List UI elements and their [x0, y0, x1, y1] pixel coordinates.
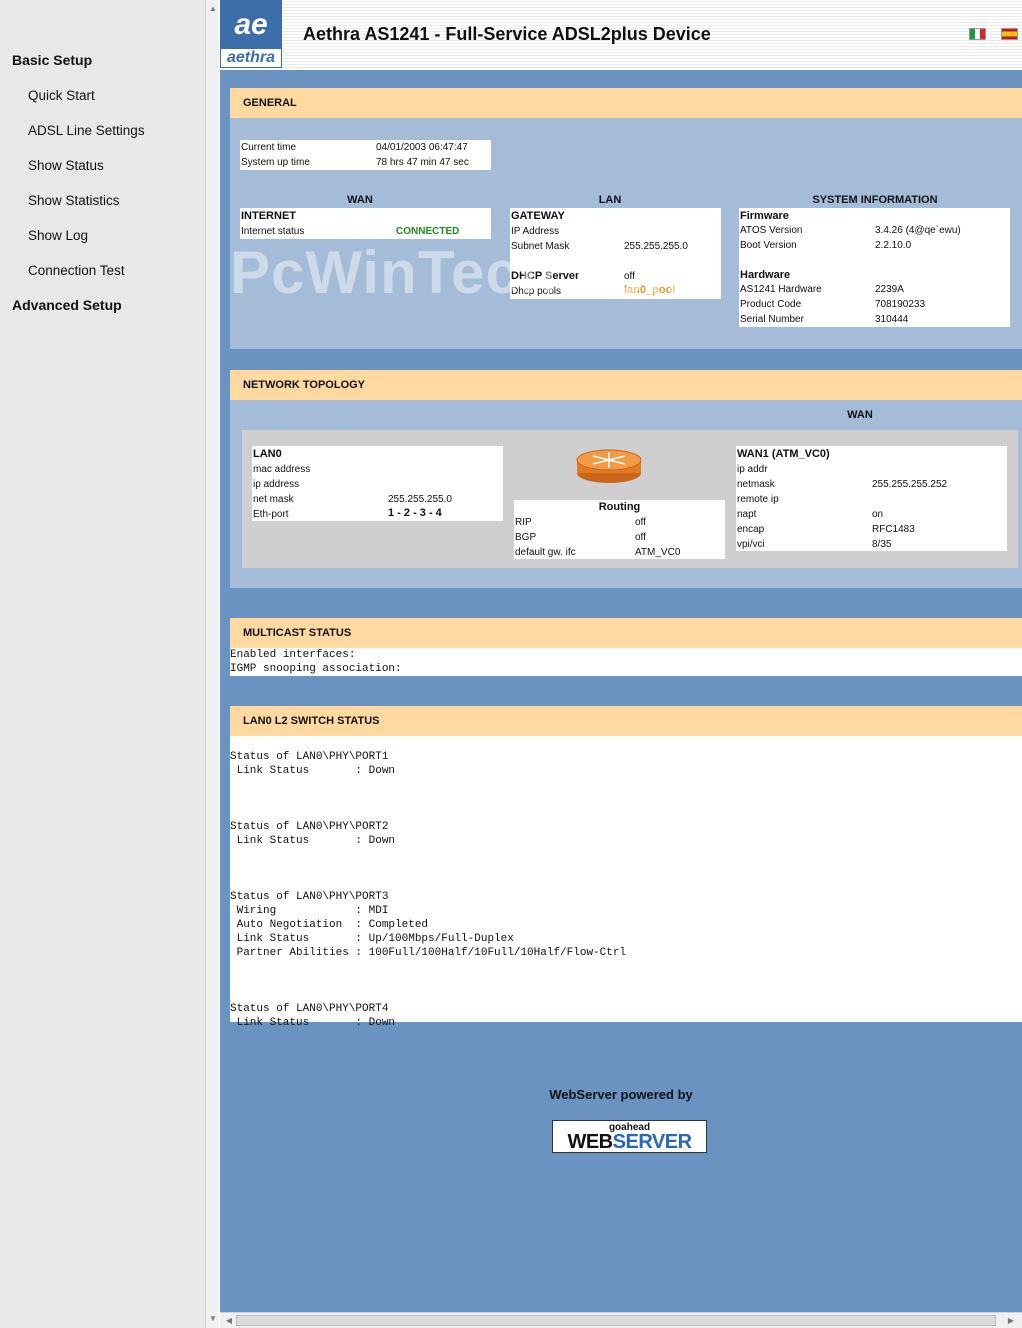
logo-text: aethra: [226, 49, 276, 66]
page-title: Aethra AS1241 - Full-Service ADSL2plus D…: [303, 24, 711, 44]
lan-netmask-value: 255.255.255.0: [388, 494, 452, 505]
horizontal-scroll-thumb[interactable]: [236, 1315, 996, 1326]
wan-netmask-label: netmask: [737, 479, 775, 490]
gateway-title: GATEWAY: [511, 210, 565, 222]
nav-basic-setup[interactable]: Basic Setup: [12, 52, 92, 68]
atos-label: ATOS Version: [740, 225, 803, 236]
nav-connection-test[interactable]: Connection Test: [28, 263, 125, 278]
bgp-label: BGP: [515, 532, 537, 543]
powered-by-text: WebServer powered by: [549, 1087, 693, 1102]
lan-column-title: LAN: [598, 194, 622, 206]
nav-show-status[interactable]: Show Status: [28, 158, 104, 173]
current-time-value: 04/01/2003 06:47:47: [376, 142, 468, 153]
napt-value: on: [872, 509, 884, 520]
watermark: PcWinTech.com: [230, 239, 702, 306]
rip-label: RIP: [515, 517, 532, 528]
wan1-box: WAN1 (ATM_VC0) ip addr netmask 255.255.2…: [736, 446, 1007, 551]
nav-quick-start[interactable]: Quick Start: [28, 88, 95, 103]
bgp-value: off: [635, 532, 646, 543]
serial-value: 310444: [875, 314, 909, 325]
scroll-right-icon[interactable]: ▶: [1004, 1314, 1018, 1328]
wan1-title: WAN1 (ATM_VC0): [737, 448, 830, 460]
nav-show-log[interactable]: Show Log: [28, 228, 88, 243]
encap-value: RFC1483: [872, 524, 915, 535]
lan0-box: LAN0 mac address ip address net mask 255…: [252, 446, 503, 521]
firmware-title: Firmware: [740, 210, 789, 222]
uptime-value: 78 hrs 47 min 47 sec: [376, 157, 469, 168]
ip-address-label: IP Address: [511, 226, 560, 237]
lan0-title: LAN0: [253, 448, 282, 460]
spanish-flag-icon[interactable]: [1001, 28, 1018, 40]
lan-netmask-label: net mask: [253, 494, 294, 505]
webserver-text: WEBSERVER: [553, 1131, 706, 1154]
mac-label: mac address: [253, 464, 311, 475]
logo-mark: ae: [221, 1, 281, 49]
main-frame: ae aethra Aethra AS1241 - Full-Service A…: [220, 0, 1022, 1328]
napt-label: napt: [737, 509, 757, 520]
boot-label: Boot Version: [740, 240, 797, 251]
gw-label: default gw. ifc: [515, 547, 576, 558]
header-bar: ae aethra Aethra AS1241 - Full-Service A…: [220, 0, 1022, 70]
atos-value: 3.4.26 (4@qe`ewu): [875, 225, 961, 236]
uptime-label: System up time: [241, 157, 310, 168]
routing-title: Routing: [598, 501, 641, 513]
eth-label: Eth-port: [253, 509, 289, 520]
time-box: Current time 04/01/2003 06:47:47 System …: [240, 140, 491, 170]
wan-netmask-value: 255.255.255.252: [872, 479, 948, 490]
nav-frame: Basic Setup Quick Start ADSL Line Settin…: [0, 0, 205, 1328]
wan-ip-label: ip addr: [737, 464, 768, 475]
scroll-left-icon[interactable]: ◀: [222, 1314, 236, 1328]
switch-section-header: LAN0 L2 SWITCH STATUS: [230, 706, 1022, 736]
goahead-webserver-logo[interactable]: goahead WEBSERVER: [552, 1120, 707, 1153]
vpi-value: 8/35: [872, 539, 892, 550]
topology-wan-title: WAN: [847, 409, 873, 421]
general-section-header: GENERAL: [230, 88, 1022, 118]
nav-adsl-line-settings[interactable]: ADSL Line Settings: [28, 123, 145, 138]
topology-section-header: NETWORK TOPOLOGY: [230, 370, 1022, 400]
sysinfo-column-title: SYSTEM INFORMATION: [812, 194, 938, 206]
sysinfo-box: Firmware ATOS Version 3.4.26 (4@qe`ewu) …: [739, 208, 1010, 327]
internet-title: INTERNET: [241, 210, 296, 222]
aethra-logo: ae aethra: [220, 0, 282, 68]
multicast-status-text: Enabled interfaces: IGMP snooping associ…: [230, 648, 1022, 676]
badge-server: SERVER: [612, 1131, 692, 1153]
lan-ip-label: ip address: [253, 479, 300, 490]
nav-show-statistics[interactable]: Show Statistics: [28, 193, 120, 208]
scroll-down-icon[interactable]: ▼: [206, 1312, 220, 1326]
hw-label: AS1241 Hardware: [740, 284, 822, 295]
router-icon: [576, 449, 642, 483]
rip-value: off: [635, 517, 646, 528]
scroll-up-icon[interactable]: ▲: [206, 2, 220, 16]
switch-status-text: Status of LAN0\PHY\PORT1 Link Status : D…: [230, 736, 1022, 1029]
internet-box: INTERNET Internet status CONNECTED: [240, 208, 491, 239]
hardware-title: Hardware: [740, 269, 791, 281]
remote-ip-label: remote ip: [737, 494, 779, 505]
horizontal-scrollbar[interactable]: ◀ ▶: [220, 1312, 1022, 1328]
internet-status-value: CONNECTED: [396, 226, 460, 237]
product-value: 708190233: [875, 299, 926, 310]
vpi-label: vpi/vci: [737, 539, 765, 550]
wan-column-title: WAN: [347, 194, 373, 206]
italian-flag-icon[interactable]: [969, 28, 986, 40]
gw-value: ATM_VC0: [635, 547, 681, 558]
nav-advanced-setup[interactable]: Advanced Setup: [12, 297, 122, 313]
multicast-section-header: MULTICAST STATUS: [230, 618, 1022, 648]
badge-web: WEB: [567, 1131, 613, 1153]
routing-box: Routing RIP off BGP off default gw. ifc …: [514, 500, 725, 559]
hw-value: 2239A: [875, 284, 904, 295]
nav-scrollbar[interactable]: ▲ ▼: [205, 0, 219, 1328]
product-label: Product Code: [740, 299, 802, 310]
encap-label: encap: [737, 524, 765, 535]
serial-label: Serial Number: [740, 314, 804, 325]
current-time-label: Current time: [241, 142, 297, 153]
eth-value: 1 - 2 - 3 - 4: [388, 507, 442, 519]
internet-status-label: Internet status: [241, 226, 305, 237]
boot-value: 2.2.10.0: [875, 240, 912, 251]
